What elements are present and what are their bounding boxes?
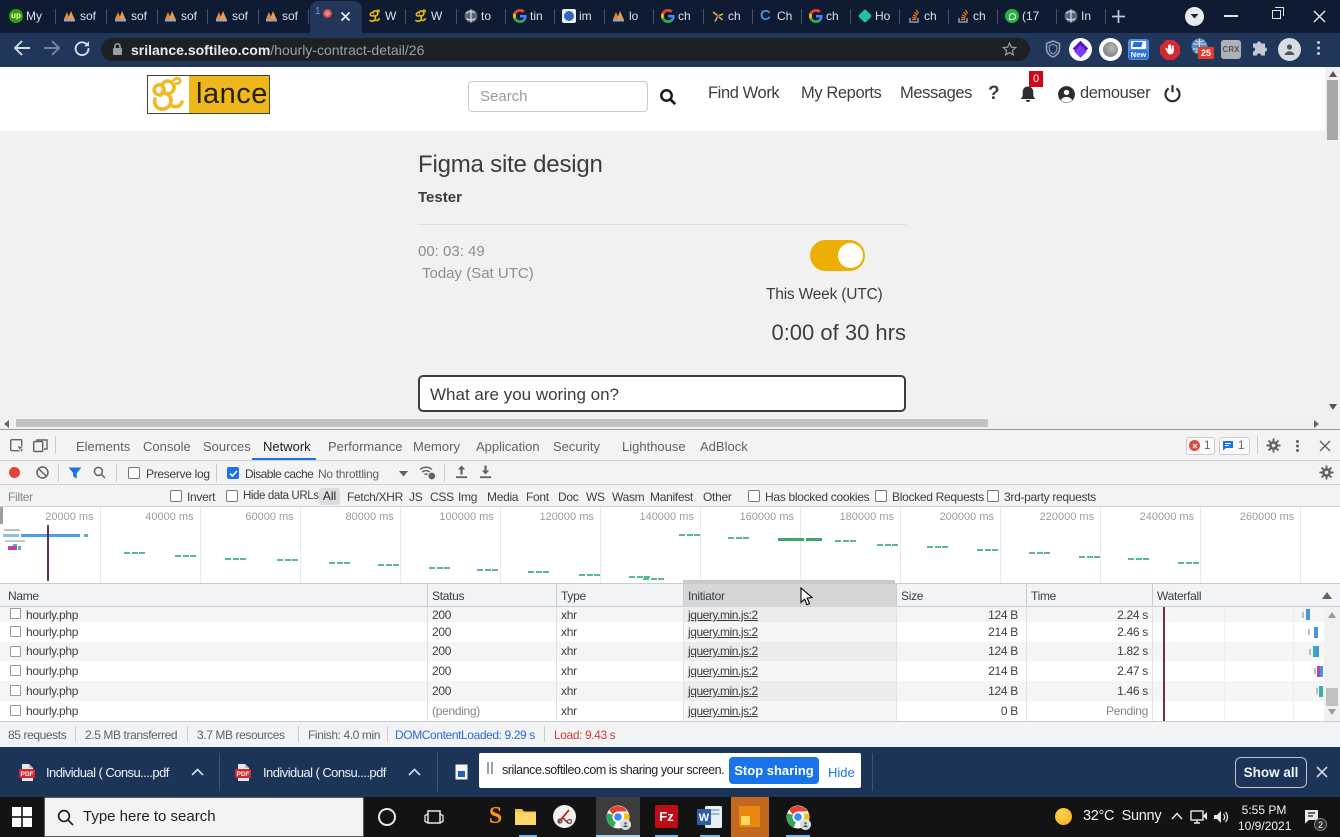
svg-text:PDF: PDF [21,771,34,778]
svg-text:PDF: PDF [237,771,250,778]
svg-text:W: W [699,812,710,824]
